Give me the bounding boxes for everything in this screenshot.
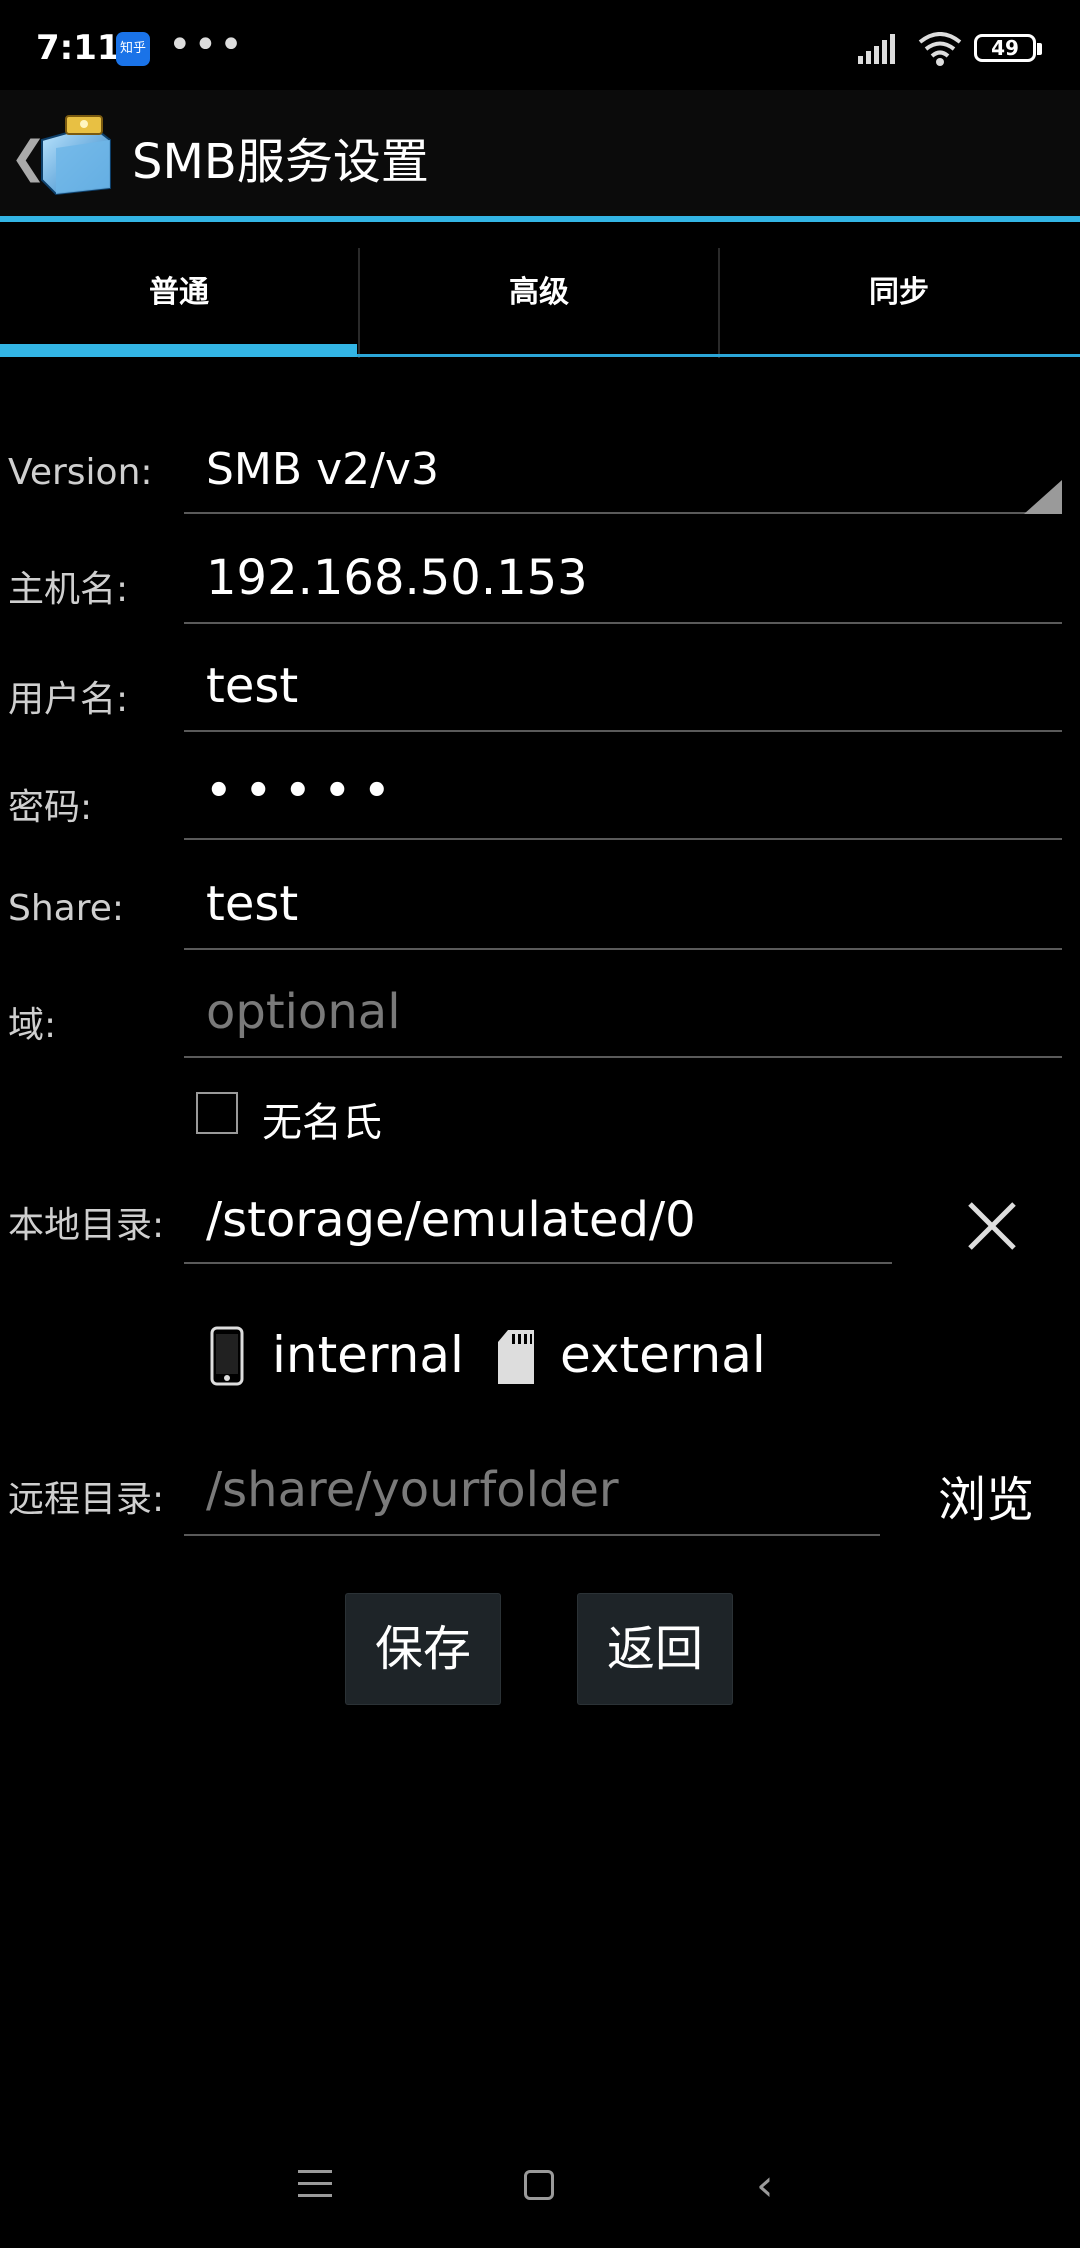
- clear-icon[interactable]: [960, 1194, 1024, 1258]
- tab-advanced[interactable]: 高级: [360, 248, 718, 358]
- sd-card-icon[interactable]: [496, 1328, 536, 1386]
- version-spinner[interactable]: SMB v2/v3: [206, 444, 439, 495]
- status-time: 7:11: [36, 28, 121, 68]
- tab-general[interactable]: 普通: [0, 248, 358, 358]
- external-storage-link[interactable]: external: [560, 1326, 766, 1384]
- password-underline: [184, 838, 1062, 840]
- zhihu-notification-icon: 知乎: [116, 32, 150, 66]
- internal-storage-link[interactable]: internal: [272, 1326, 464, 1384]
- password-input[interactable]: • • • • •: [206, 768, 390, 814]
- host-underline: [184, 622, 1062, 624]
- local-dir-label: 本地目录:: [8, 1205, 165, 1246]
- status-bar: 7:11 知乎 ••• 49: [0, 0, 1080, 90]
- version-label: Version:: [8, 452, 153, 493]
- share-input[interactable]: test: [206, 876, 298, 932]
- more-notifications-icon: •••: [168, 22, 245, 68]
- tab-bar: 普通 高级 同步: [0, 248, 1080, 358]
- save-button[interactable]: 保存: [346, 1594, 500, 1704]
- anonymous-label[interactable]: 无名氏: [262, 1090, 382, 1148]
- password-label: 密码:: [8, 787, 93, 828]
- phone-icon[interactable]: [210, 1326, 244, 1386]
- tab-active-indicator: [0, 344, 357, 357]
- username-input[interactable]: test: [206, 658, 298, 714]
- version-underline: [184, 512, 1062, 514]
- host-input[interactable]: 192.168.50.153: [206, 550, 588, 606]
- share-underline: [184, 948, 1062, 950]
- page-title: SMB服务设置: [132, 134, 429, 190]
- back-button[interactable]: 返回: [578, 1594, 732, 1704]
- domain-input[interactable]: optional: [206, 984, 401, 1040]
- username-label: 用户名:: [8, 679, 129, 720]
- dropdown-arrow-icon[interactable]: [1024, 480, 1062, 514]
- wifi-icon: [918, 32, 962, 66]
- local-dir-underline: [184, 1262, 892, 1264]
- action-bar: ❮ SMB服务设置: [0, 90, 1080, 216]
- remote-dir-label: 远程目录:: [8, 1479, 165, 1520]
- browse-button[interactable]: 浏览: [938, 1460, 1034, 1530]
- anonymous-checkbox[interactable]: [196, 1092, 238, 1134]
- action-bar-divider: [0, 216, 1080, 222]
- local-dir-input[interactable]: /storage/emulated/0: [206, 1192, 696, 1248]
- host-label: 主机名:: [8, 569, 129, 610]
- home-icon[interactable]: [524, 2170, 554, 2200]
- tab-sync[interactable]: 同步: [720, 248, 1078, 358]
- remote-dir-underline: [184, 1534, 880, 1536]
- battery-icon: 49: [974, 34, 1042, 62]
- username-underline: [184, 730, 1062, 732]
- nav-back-icon[interactable]: ‹: [756, 2160, 774, 2211]
- domain-label: 域:: [8, 1005, 57, 1046]
- smb-folder-app-icon[interactable]: [36, 110, 118, 196]
- recent-apps-icon[interactable]: [298, 2170, 332, 2206]
- signal-icon: [858, 34, 895, 64]
- share-label: Share:: [8, 888, 125, 929]
- domain-underline: [184, 1056, 1062, 1058]
- remote-dir-input[interactable]: /share/yourfolder: [206, 1462, 619, 1518]
